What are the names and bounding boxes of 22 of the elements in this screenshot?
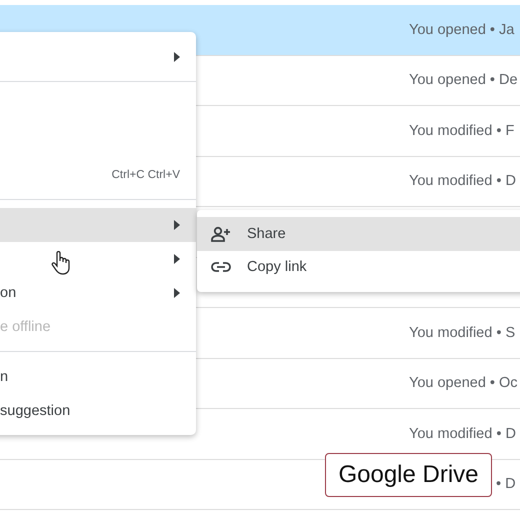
submenu-arrow-icon	[174, 52, 180, 62]
activity-text: You opened • Oc	[409, 375, 518, 392]
shortcut-text: Ctrl+C Ctrl+V	[112, 169, 180, 181]
activity-text: You opened • De	[409, 72, 518, 88]
menu-item[interactable]: Copy link	[197, 250, 520, 284]
activity-text: You modified • S	[409, 324, 516, 341]
activity-text: You modified • D	[409, 173, 516, 190]
submenu-arrow-icon	[174, 288, 180, 298]
menu-item[interactable]: n	[0, 360, 196, 394]
submenu-arrow-icon	[174, 220, 180, 230]
menu-item[interactable]: Ctrl+C Ctrl+V	[0, 158, 196, 192]
activity-text: You modified • F	[409, 122, 514, 139]
menu-item[interactable]: on	[0, 276, 196, 310]
submenu-arrow-icon	[174, 254, 180, 264]
link-icon	[211, 261, 231, 274]
activity-text: You modified • D	[409, 426, 516, 442]
pointer-hand-icon	[51, 251, 71, 275]
add-person-icon	[211, 226, 231, 242]
activity-text: • D	[496, 476, 516, 492]
menu-item[interactable]: Share	[197, 217, 520, 250]
activity-text: You opened • Ja	[409, 22, 514, 38]
caption-label: Google Drive	[325, 453, 492, 497]
